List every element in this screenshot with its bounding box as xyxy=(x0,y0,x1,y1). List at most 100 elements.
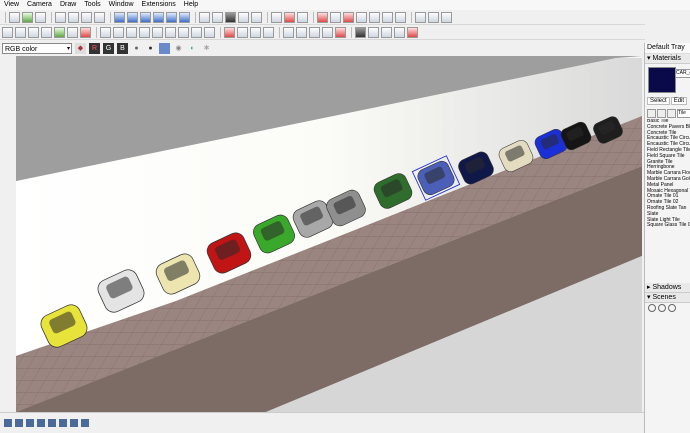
sun-icon[interactable] xyxy=(343,11,354,23)
user-icon[interactable] xyxy=(26,419,34,427)
move-icon[interactable] xyxy=(2,26,13,38)
red-channel-button[interactable]: R xyxy=(89,42,100,54)
array-icon[interactable] xyxy=(153,11,164,23)
tape-icon[interactable] xyxy=(100,26,111,38)
make-group-icon[interactable] xyxy=(35,11,46,23)
sandbox-icon[interactable] xyxy=(283,26,294,38)
gear-icon[interactable]: ✱ xyxy=(201,43,212,54)
zoom-extents-icon[interactable] xyxy=(204,26,215,38)
menu-camera[interactable]: Camera xyxy=(23,0,56,10)
line-tool-icon[interactable] xyxy=(271,11,282,23)
checker-icon[interactable] xyxy=(225,11,236,23)
tab-edit[interactable]: Edit xyxy=(670,97,688,105)
menu-window[interactable]: Window xyxy=(105,0,138,10)
dimension-icon[interactable] xyxy=(113,26,124,38)
section-plane-icon[interactable] xyxy=(127,11,138,23)
offset-icon[interactable] xyxy=(41,26,52,38)
component-icon[interactable] xyxy=(22,11,33,23)
orbit-icon[interactable] xyxy=(165,26,176,38)
terrain-icon[interactable] xyxy=(296,26,307,38)
tab-select[interactable]: Select xyxy=(647,97,670,105)
back-icon[interactable] xyxy=(647,109,656,118)
scale-icon[interactable] xyxy=(70,419,78,427)
material-name-field[interactable]: CAR_c xyxy=(675,69,690,78)
arrow-tool-icon[interactable] xyxy=(284,11,295,23)
menu-extensions[interactable]: Extensions xyxy=(138,0,180,10)
color-wheel-icon[interactable]: ◆ xyxy=(75,42,86,54)
zoom-icon[interactable] xyxy=(191,26,202,38)
drape-icon[interactable] xyxy=(309,26,320,38)
scale-icon[interactable] xyxy=(28,26,39,38)
refresh-scene-icon[interactable] xyxy=(648,304,656,312)
viewport[interactable] xyxy=(16,56,642,412)
solid-split-icon[interactable] xyxy=(263,26,274,38)
extension-warehouse-icon[interactable] xyxy=(407,26,418,38)
circle-dark-icon[interactable]: ● xyxy=(145,43,156,54)
warehouse-icon[interactable] xyxy=(394,26,405,38)
layout-icon[interactable] xyxy=(166,11,177,23)
arc-tool-icon[interactable] xyxy=(297,11,308,23)
paint-icon[interactable] xyxy=(238,11,249,23)
pencil-icon[interactable] xyxy=(317,11,328,23)
help-icon[interactable] xyxy=(37,419,45,427)
kettle-icon[interactable] xyxy=(395,11,406,23)
view-front-icon[interactable] xyxy=(179,11,190,23)
3d-text-icon[interactable] xyxy=(152,26,163,38)
library-dropdown[interactable]: Tile xyxy=(677,109,690,118)
flip-edge-icon[interactable] xyxy=(335,26,346,38)
home-icon[interactable] xyxy=(667,109,676,118)
layers-icon[interactable] xyxy=(381,26,392,38)
solid-union-icon[interactable] xyxy=(224,26,235,38)
checkmark-icon[interactable] xyxy=(369,11,380,23)
circle-white-icon[interactable]: ● xyxy=(131,43,142,54)
materials-panel-header[interactable]: ▾ Materials xyxy=(645,54,690,64)
window-icon[interactable] xyxy=(441,11,452,23)
protractor-icon[interactable] xyxy=(126,26,137,38)
eraser-icon[interactable] xyxy=(330,11,341,23)
color-mode-dropdown[interactable]: RGB color ▾ xyxy=(2,42,72,54)
align-right-icon[interactable] xyxy=(81,11,92,23)
axes-icon[interactable] xyxy=(140,11,151,23)
pushpull-icon[interactable] xyxy=(54,26,65,38)
menu-help[interactable]: Help xyxy=(180,0,202,10)
walk-icon[interactable] xyxy=(212,11,223,23)
eye-icon[interactable]: ◉ xyxy=(173,43,184,54)
add-scene-icon[interactable] xyxy=(658,304,666,312)
remove-scene-icon[interactable] xyxy=(668,304,676,312)
material-swatch[interactable] xyxy=(648,67,676,93)
outliner-icon[interactable] xyxy=(368,26,379,38)
forward-icon[interactable] xyxy=(657,109,666,118)
scenes-panel-header[interactable]: ▾ Scenes xyxy=(645,293,690,303)
geolocation-icon[interactable] xyxy=(4,419,12,427)
camera-icon[interactable] xyxy=(199,11,210,23)
render-icon[interactable] xyxy=(428,11,439,23)
intersect-icon[interactable] xyxy=(80,26,91,38)
menu-view[interactable]: View xyxy=(0,0,23,10)
styles-icon[interactable] xyxy=(356,11,367,23)
solid-subtract-icon[interactable] xyxy=(237,26,248,38)
grid-icon[interactable] xyxy=(114,11,125,23)
rotate-icon[interactable] xyxy=(15,26,26,38)
component-browser-icon[interactable] xyxy=(355,26,366,38)
align-left-icon[interactable] xyxy=(55,11,66,23)
text-icon[interactable] xyxy=(139,26,150,38)
followme-icon[interactable] xyxy=(67,26,78,38)
menu-tools[interactable]: Tools xyxy=(80,0,104,10)
menu-draw[interactable]: Draw xyxy=(56,0,80,10)
measure-icon[interactable] xyxy=(251,11,262,23)
distribute-icon[interactable] xyxy=(94,11,105,23)
blue-channel-button[interactable]: B xyxy=(117,42,128,54)
camera-save-icon[interactable] xyxy=(415,11,426,23)
solid-trim-icon[interactable] xyxy=(250,26,261,38)
units-icon[interactable] xyxy=(81,419,89,427)
instructor-icon[interactable] xyxy=(48,419,56,427)
visibility-icon[interactable]: ◐ xyxy=(187,43,198,54)
stamp-icon[interactable] xyxy=(322,26,333,38)
pan-icon[interactable] xyxy=(178,26,189,38)
texture-icon[interactable] xyxy=(159,42,170,54)
select-tool-icon[interactable] xyxy=(9,11,20,23)
credits-icon[interactable] xyxy=(15,419,23,427)
align-center-icon[interactable] xyxy=(68,11,79,23)
measurement-icon[interactable] xyxy=(59,419,67,427)
green-channel-button[interactable]: G xyxy=(103,42,114,54)
